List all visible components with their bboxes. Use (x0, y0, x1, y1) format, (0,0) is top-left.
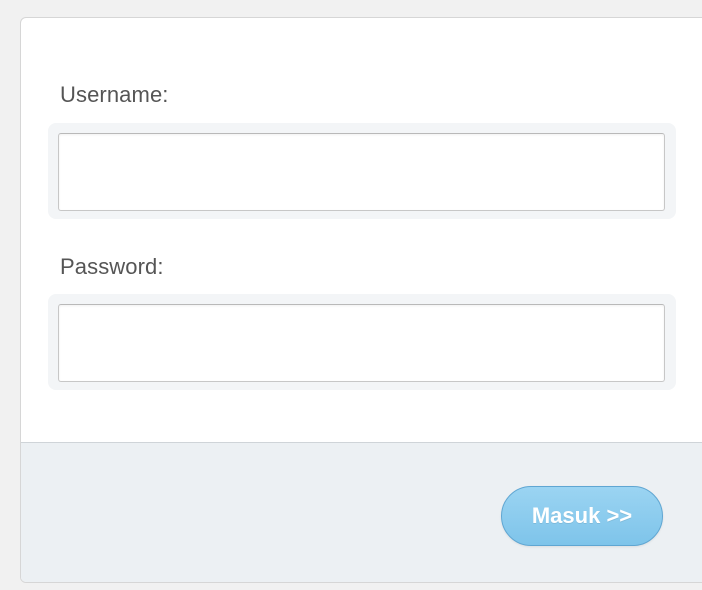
password-field-wrapper (48, 294, 676, 390)
password-label: Password: (60, 254, 164, 279)
password-input[interactable] (58, 304, 665, 382)
username-input[interactable] (58, 133, 665, 211)
login-button[interactable]: Masuk >> (501, 486, 663, 546)
login-panel: Username: Password: Masuk >> (20, 17, 702, 583)
username-label: Username: (60, 82, 169, 107)
username-field-wrapper (48, 123, 676, 219)
form-footer: Masuk >> (21, 442, 702, 582)
